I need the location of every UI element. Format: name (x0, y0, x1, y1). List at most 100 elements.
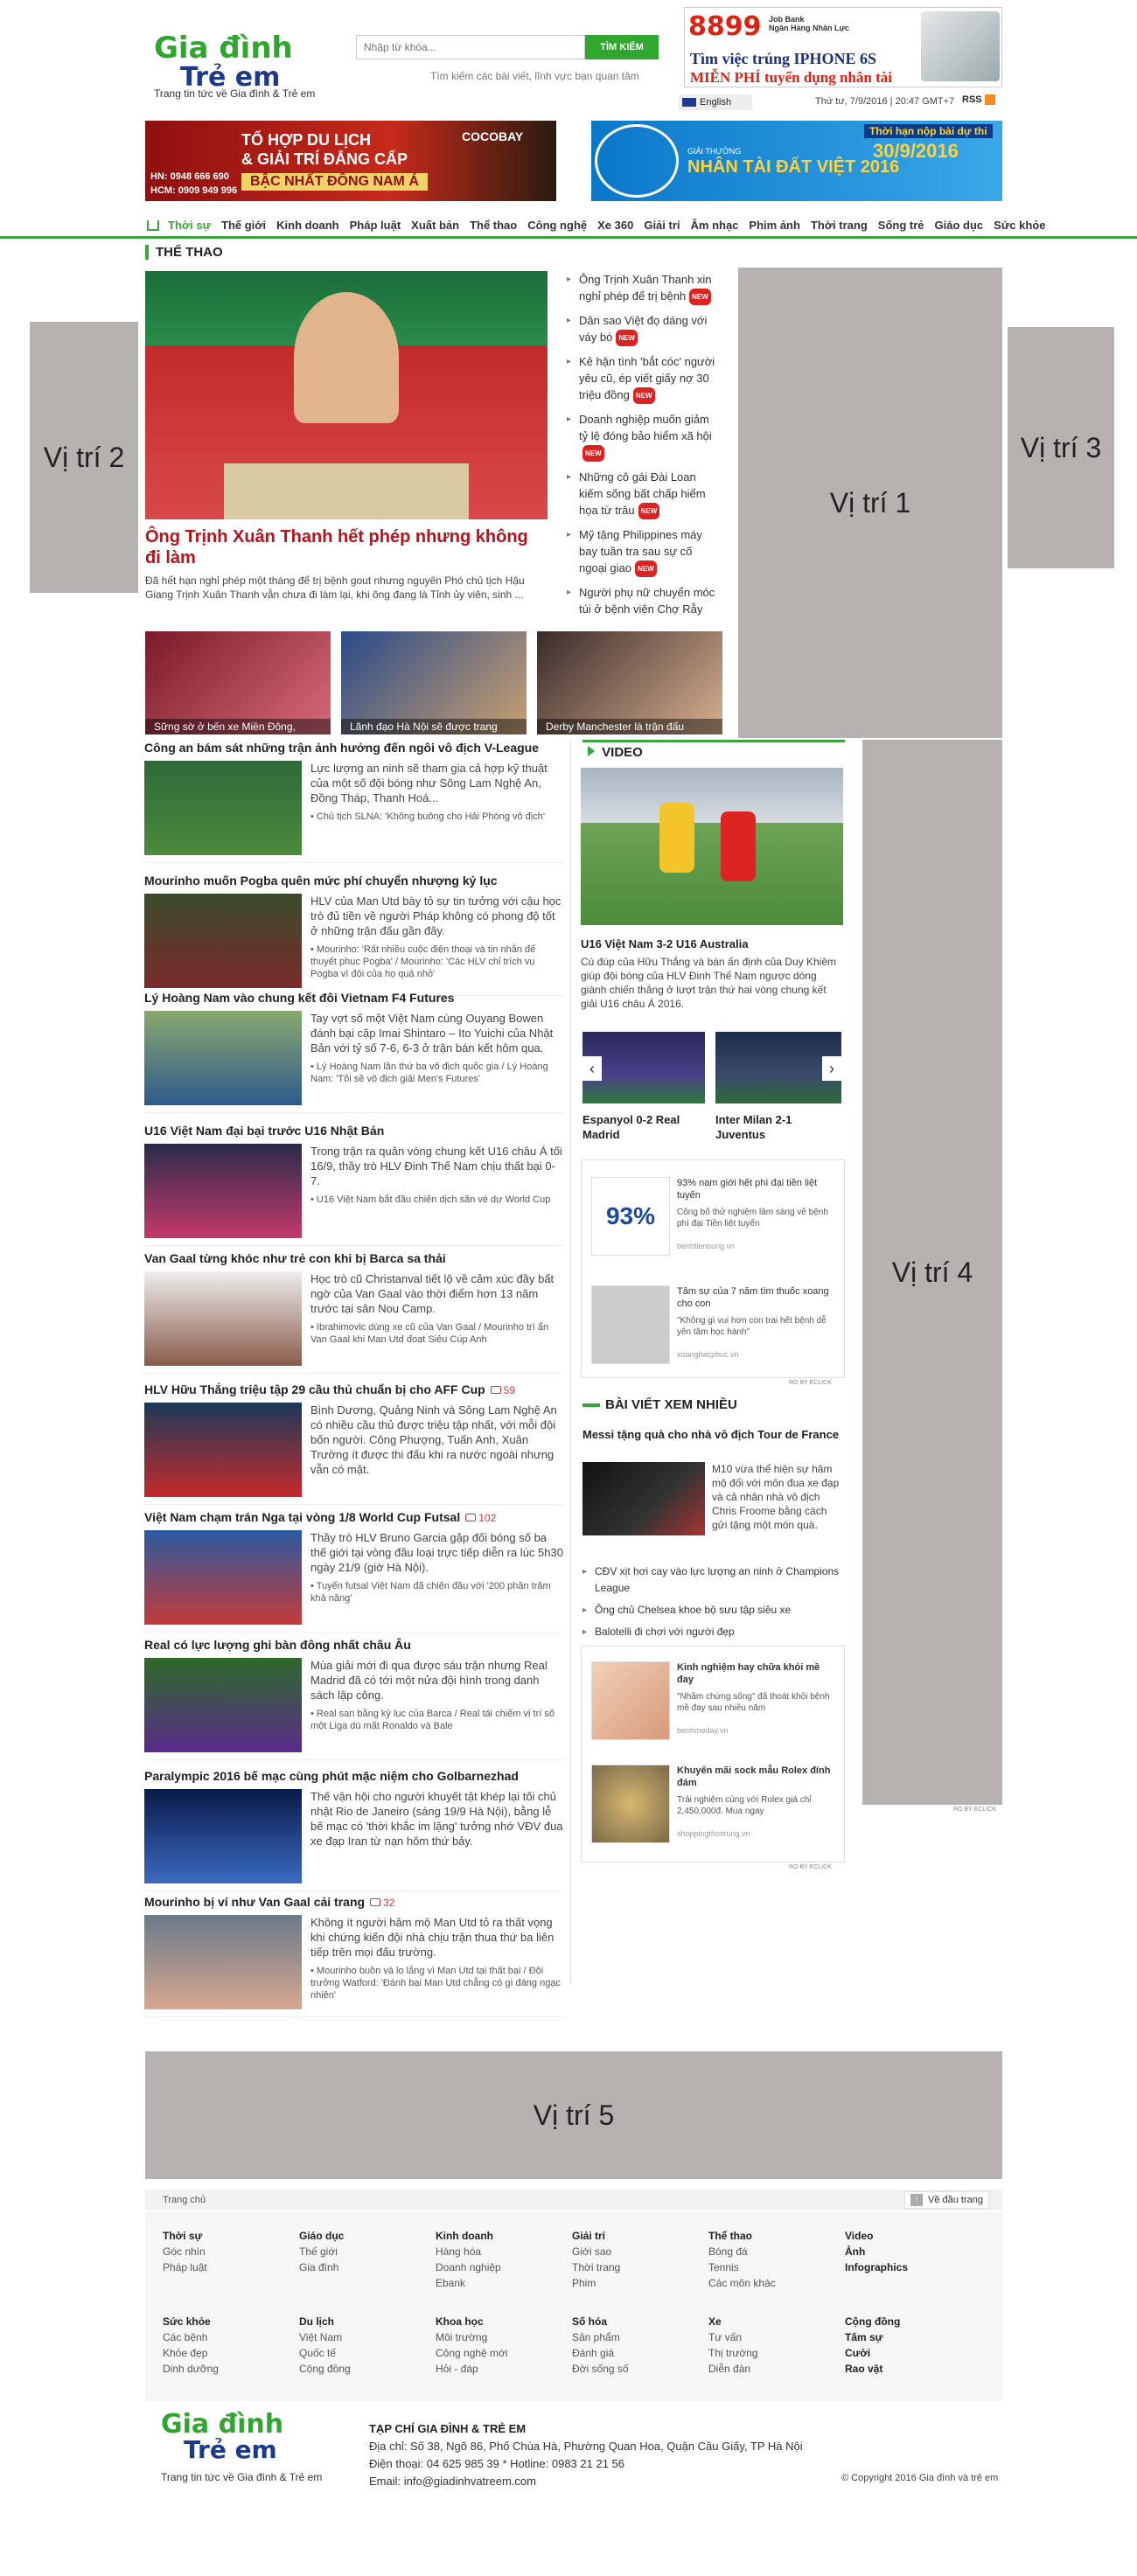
next-arrow-icon[interactable]: › (822, 1056, 841, 1081)
most-read-item[interactable]: CĐV xịt hơi cay vào lực lượng an ninh ở … (582, 1563, 845, 1597)
native-ad-image[interactable] (591, 1661, 670, 1740)
language-switch[interactable]: English (679, 94, 752, 110)
footer-heading[interactable]: Sức khỏe (163, 2314, 294, 2329)
news-related[interactable]: • Ibrahimovic dùng xe cũ của Van Gaal / … (310, 1321, 564, 1346)
news-image[interactable] (144, 1271, 302, 1366)
video-thumb-2-title[interactable]: Inter Milan 2-1 Juventus (715, 1112, 829, 1142)
native-ad-title[interactable]: Kinh nghiệm hay chữa khỏi mề đay (677, 1661, 834, 1686)
news-title[interactable]: U16 Việt Nam đại bại trước U16 Nhật Bản (144, 1123, 564, 1138)
news-image[interactable] (144, 894, 302, 988)
most-read-item[interactable]: Ông chủ Chelsea khoe bộ sưu tập siêu xe (582, 1602, 845, 1619)
footer-link[interactable]: Góc nhìn (163, 2244, 294, 2259)
news-title[interactable]: HLV Hữu Thắng triệu tập 29 cầu thủ chuẩn… (144, 1382, 564, 1398)
footer-link[interactable]: Thế giới (299, 2244, 430, 2259)
nav-item[interactable]: Thể thao (470, 219, 517, 232)
footer-link[interactable]: Diễn đàn (708, 2361, 840, 2377)
search-input[interactable] (356, 35, 585, 59)
search-button[interactable]: TÌM KIẾM (585, 35, 659, 59)
rss-link[interactable]: RSS (962, 94, 995, 105)
footer-link[interactable]: Bóng đá (708, 2244, 840, 2259)
footer-link[interactable]: Hỏi - đáp (436, 2361, 567, 2377)
native-ad-image[interactable]: 93% (591, 1177, 670, 1256)
footer-link[interactable]: Cười (845, 2345, 976, 2361)
site-logo[interactable]: Gia đình Trẻ em (154, 33, 329, 93)
news-related[interactable]: • Mourinho buồn và lo lắng vì Man Utd tạ… (310, 1965, 564, 2002)
cocobay-ad[interactable]: TỔ HỢP DU LỊCH & GIẢI TRÍ ĐẲNG CẤP BẬC N… (145, 121, 556, 201)
footer-link[interactable]: Đánh giá (572, 2345, 703, 2361)
news-related[interactable]: • U16 Việt Nam bắt đầu chiến dịch săn vé… (310, 1194, 564, 1206)
nav-item[interactable]: Thế giới (221, 219, 266, 232)
most-read-image[interactable] (582, 1462, 705, 1535)
news-image[interactable] (144, 1144, 302, 1238)
footer-link[interactable]: Tâm sự (845, 2329, 976, 2345)
news-related[interactable]: • Mourinho: 'Rất nhiều cuộc điện thoại v… (310, 943, 564, 980)
side-headline[interactable]: Ông Trịnh Xuân Thanh xin nghỉ phép để tr… (567, 271, 719, 306)
prev-arrow-icon[interactable]: ‹ (582, 1056, 602, 1081)
news-image[interactable] (144, 1530, 302, 1625)
photo-strip-item[interactable]: Lãnh đạo Hà Nội sẽ được trang (341, 631, 527, 735)
footer-link[interactable]: Thời trang (572, 2259, 703, 2275)
news-related[interactable]: • Real san bằng kỷ lục của Barca / Real … (310, 1708, 564, 1732)
news-image[interactable] (144, 761, 302, 855)
news-image[interactable] (144, 1789, 302, 1883)
footer-link[interactable]: Dinh dưỡng (163, 2361, 294, 2377)
footer-email[interactable]: Email: info@giadinhvatreem.com (369, 2475, 536, 2488)
nav-item[interactable]: Thời sự (168, 219, 211, 232)
nav-item[interactable]: Kinh doanh (276, 219, 339, 232)
footer-home-link[interactable]: Trang chủ (163, 2195, 206, 2205)
news-title[interactable]: Mourinho bị ví như Van Gaal cải trang 32 (144, 1894, 564, 1911)
footer-heading[interactable]: Video (845, 2228, 976, 2244)
footer-link[interactable]: Ảnh (845, 2244, 976, 2259)
side-headline[interactable]: Người phụ nữ chuyển móc túi ở bệnh viện … (567, 584, 719, 617)
footer-heading[interactable]: Giải trí (572, 2228, 703, 2244)
footer-link[interactable]: Tennis (708, 2259, 840, 2275)
nhan-tai-dat-viet-ad[interactable]: Thời hạn nộp bài dự thi 30/9/2016 GIẢI T… (591, 121, 1002, 201)
native-ad-image[interactable] (591, 1765, 670, 1843)
side-headline[interactable]: Dân sao Việt đọ dáng với váy bóNEW (567, 312, 719, 347)
most-read-title[interactable]: Messi tặng quà cho nhà vô địch Tour de F… (582, 1427, 845, 1442)
nav-item[interactable]: Giải trí (644, 219, 680, 232)
footer-link[interactable]: Các môn khác (708, 2275, 840, 2291)
footer-link[interactable]: Quốc tế (299, 2345, 430, 2361)
footer-logo[interactable]: Gia đình Trẻ em (161, 2412, 283, 2462)
footer-link[interactable]: Khỏe đẹp (163, 2345, 294, 2361)
top-job-ad[interactable]: 8899 Job Bank Ngân Hàng Nhân Lực Tìm việ… (684, 7, 1002, 87)
footer-link[interactable]: Công nghệ mới (436, 2345, 567, 2361)
nav-item[interactable]: Pháp luật (350, 219, 401, 232)
video-title[interactable]: U16 Việt Nam 3-2 U16 Australia (581, 937, 843, 950)
nav-item[interactable]: Phim ảnh (749, 219, 800, 232)
footer-link[interactable]: Đời sống số (572, 2361, 703, 2377)
footer-link[interactable]: Các bệnh (163, 2329, 294, 2345)
footer-link[interactable]: Thị trường (708, 2345, 840, 2361)
news-title[interactable]: Real có lực lượng ghi bàn đông nhất châu… (144, 1637, 564, 1653)
nav-item[interactable]: Giáo dục (935, 219, 984, 232)
footer-link[interactable]: Môi trường (436, 2329, 567, 2345)
news-related[interactable]: • Chủ tịch SLNA: 'Không buông cho Hải Ph… (310, 811, 564, 823)
footer-link[interactable]: Sản phẩm (572, 2329, 703, 2345)
back-to-top-button[interactable]: ↑ Về đầu trang (904, 2191, 989, 2209)
nav-item[interactable]: Sống trẻ (878, 219, 924, 232)
nav-item[interactable]: Âm nhạc (691, 219, 739, 232)
footer-link[interactable]: Doanh nghiệp (436, 2259, 567, 2275)
footer-link[interactable]: Hàng hóa (436, 2244, 567, 2259)
video-thumb-1-title[interactable]: Espanyol 0-2 Real Madrid (582, 1112, 696, 1142)
native-ad-title[interactable]: Khuyến mãi sock mẫu Rolex đính đám (677, 1765, 834, 1789)
most-read-item[interactable]: Balotelli đi chơi với người đẹp (582, 1624, 845, 1640)
footer-link[interactable]: Tư vấn (708, 2329, 840, 2345)
footer-heading[interactable]: Số hóa (572, 2314, 703, 2329)
lead-title[interactable]: Ông Trịnh Xuân Thanh hết phép nhưng khôn… (145, 526, 548, 568)
footer-link[interactable]: Giới sao (572, 2244, 703, 2259)
news-image[interactable] (144, 1403, 302, 1497)
video-main-image[interactable] (581, 768, 843, 925)
nav-item[interactable]: Sức khỏe (994, 219, 1045, 232)
news-image[interactable] (144, 1011, 302, 1105)
nav-item[interactable]: Xuất bản (411, 219, 459, 232)
news-title[interactable]: Lý Hoàng Nam vào chung kết đôi Vietnam F… (144, 990, 564, 1006)
news-title[interactable]: Paralympic 2016 bế mạc cùng phút mặc niệ… (144, 1768, 564, 1784)
side-headline[interactable]: Những cô gái Đài Loan kiếm sống bất chấp… (567, 469, 719, 520)
news-title[interactable]: Công an bám sát những trận ảnh hưởng đến… (144, 740, 564, 755)
footer-heading[interactable]: Thể thao (708, 2228, 840, 2244)
side-headline[interactable]: Kẻ hận tình 'bắt cóc' người yêu cũ, ép v… (567, 353, 719, 405)
lead-image[interactable] (145, 271, 548, 519)
footer-link[interactable]: Phim (572, 2275, 703, 2291)
